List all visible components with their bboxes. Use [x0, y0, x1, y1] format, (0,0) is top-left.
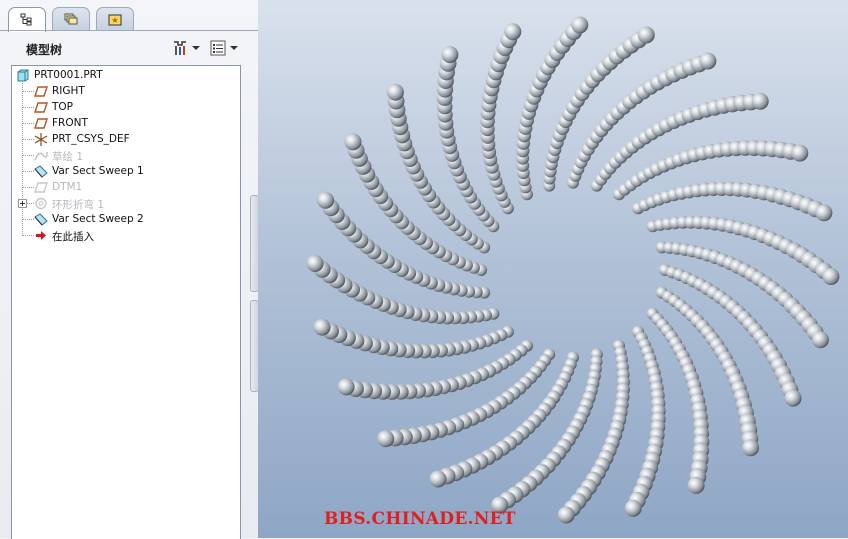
favorites-tab[interactable]: [96, 7, 134, 31]
spring-coil: [480, 23, 522, 215]
tree-item-label: 在此插入: [52, 231, 94, 243]
insert-arrow-icon: [36, 231, 46, 240]
coil-bead: [815, 204, 833, 222]
coil-bead: [504, 23, 522, 41]
tree-connector: [22, 219, 34, 220]
coil-bead: [441, 46, 459, 64]
coil-bead: [751, 92, 769, 110]
tree-icon: [20, 13, 32, 26]
datum-plane-icon: [34, 118, 48, 129]
tree-connector: [22, 139, 34, 140]
coil-bead: [317, 191, 335, 209]
coil-bead: [624, 499, 642, 517]
coil-bead: [571, 16, 589, 34]
tree-item-label: 草绘 1: [52, 151, 84, 163]
coil-bead: [742, 439, 760, 457]
tab-divider: [0, 30, 258, 31]
spring-coil: [632, 181, 833, 222]
expand-toggle[interactable]: [18, 199, 27, 208]
tree-connector: [22, 91, 34, 92]
coil-bead: [687, 476, 705, 494]
tree-item-label: FRONT: [52, 117, 88, 129]
sweep-icon: [34, 213, 48, 226]
datum-plane-icon: [34, 182, 48, 193]
tree-item-label: TOP: [52, 101, 74, 113]
toroidal-spring-model: [306, 16, 840, 524]
tree-show-button[interactable]: [208, 38, 240, 58]
tree-item-label: 环形折弯 1: [52, 199, 105, 211]
tree-item-label: PRT0001.PRT: [34, 69, 103, 81]
tree-connector: [22, 235, 34, 236]
navigator-panel: 模型树 PRT0001.PRT RIGHT TOP FRONT PRT_CSYS…: [0, 0, 259, 539]
folder-star-icon: [108, 14, 122, 26]
tree-item-label: PRT_CSYS_DEF: [52, 133, 130, 145]
tools-icon: [174, 41, 186, 55]
coil-bead: [429, 470, 447, 488]
coil-bead: [822, 268, 840, 285]
sketch-icon: [34, 151, 48, 161]
tree-connector: [22, 107, 34, 108]
layers-tab[interactable]: [52, 7, 90, 31]
list-icon: [210, 40, 226, 56]
tree-connector: [22, 187, 34, 188]
coil-bead: [637, 26, 655, 44]
coil-bead: [557, 506, 575, 524]
datum-plane-icon: [34, 86, 48, 97]
tree-settings-button[interactable]: [170, 38, 202, 58]
coil-bead: [337, 378, 355, 396]
datum-plane-icon: [34, 102, 48, 113]
tree-connector: [22, 171, 34, 172]
coil-bead: [791, 144, 809, 162]
coil-bead: [344, 133, 362, 151]
watermark: BBS.CHINADE.NET: [324, 509, 516, 529]
spring-coil: [624, 325, 666, 517]
model-tree: PRT0001.PRT RIGHT TOP FRONT PRT_CSYS_DEF: [11, 65, 241, 539]
spring-coil: [313, 318, 514, 359]
part-icon: [17, 69, 29, 82]
graphics-viewport[interactable]: BBS.CHINADE.NET: [258, 0, 848, 538]
coil-bead: [699, 52, 717, 70]
model-tree-header: 模型树: [0, 36, 250, 62]
coil-bead: [377, 430, 395, 448]
csys-icon: [34, 133, 48, 146]
coil-bead: [386, 83, 404, 101]
coil-bead: [313, 318, 331, 336]
coil-bead: [306, 255, 324, 272]
tree-item-label: RIGHT: [52, 85, 85, 97]
model-tree-title: 模型树: [26, 43, 63, 57]
layers-icon: [64, 13, 78, 25]
tree-item-label: Var Sect Sweep 1: [52, 165, 144, 177]
tree-connector: [22, 123, 34, 124]
model-tree-tab[interactable]: [8, 7, 46, 32]
tree-connector: [26, 203, 34, 204]
coil-bead: [784, 389, 802, 407]
sweep-icon: [34, 165, 48, 178]
tree-item-label: Var Sect Sweep 2: [52, 213, 144, 225]
coil-bead: [811, 331, 829, 349]
toroidal-bend-icon: [35, 197, 47, 210]
tree-connector: [22, 155, 34, 156]
tree-item-label: DTM1: [52, 181, 83, 193]
tree-connector: [22, 83, 23, 236]
